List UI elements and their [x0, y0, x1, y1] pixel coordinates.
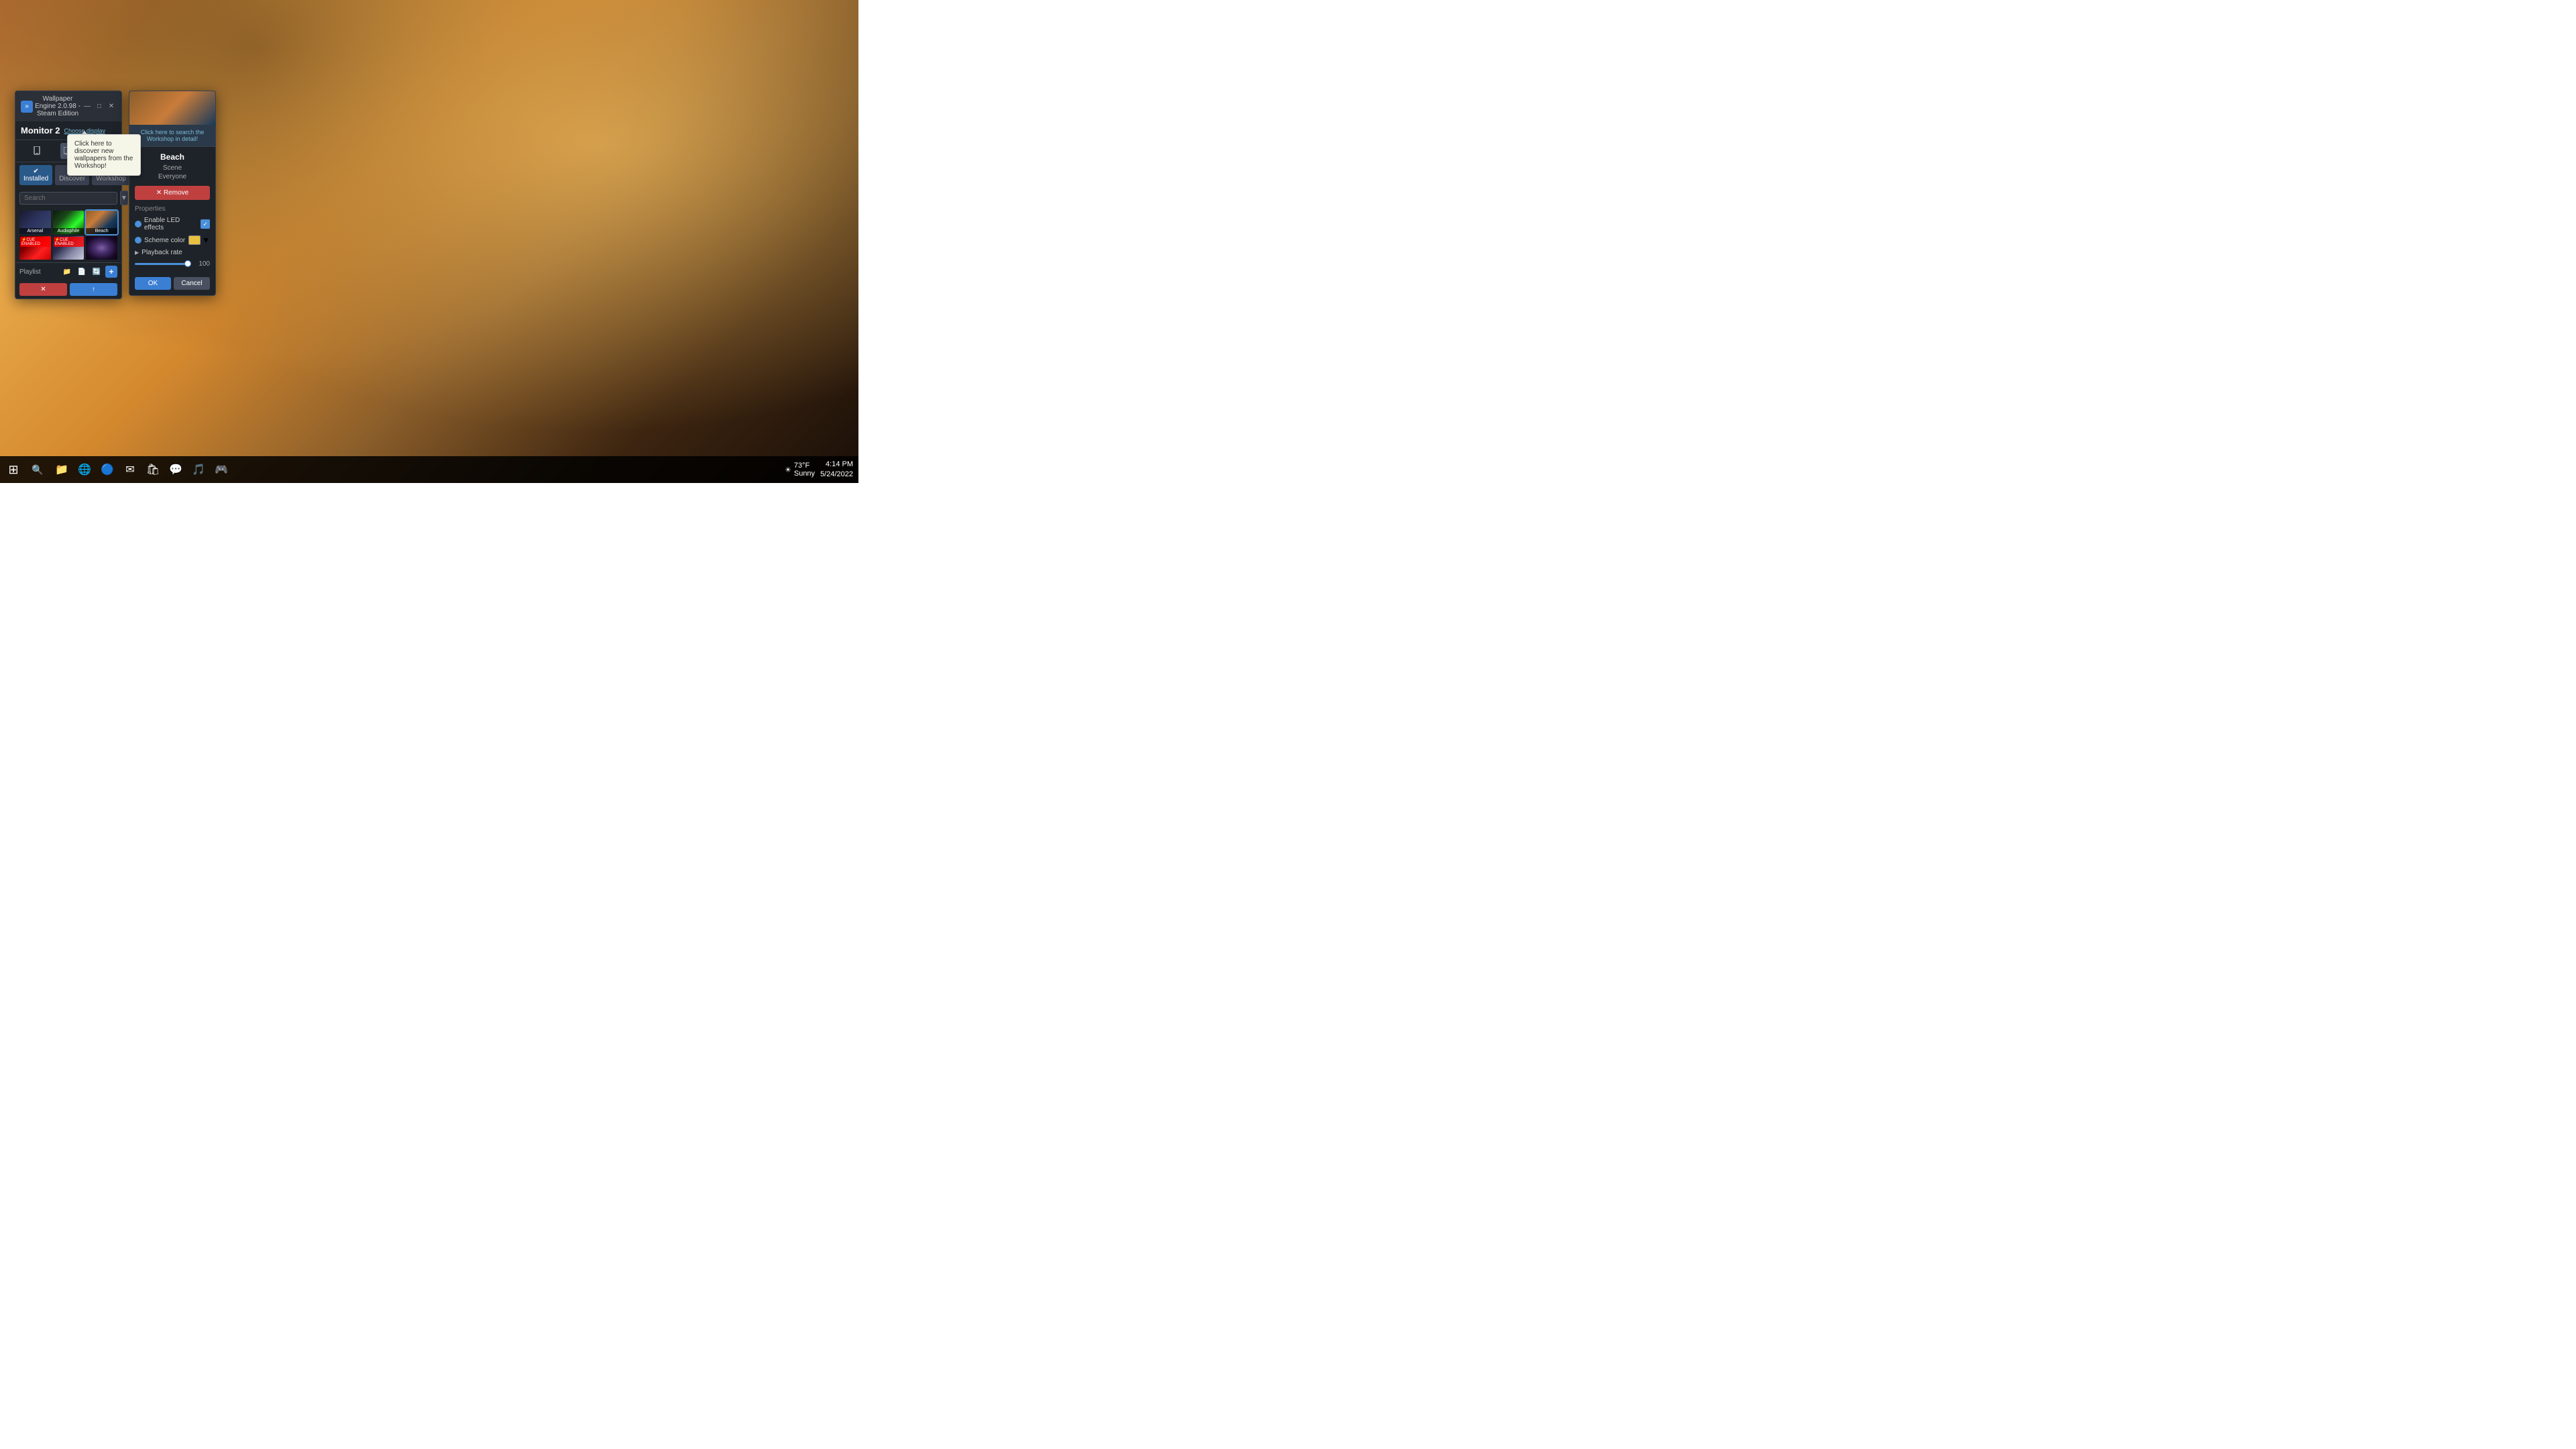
- led-effects-label: Enable LED effects: [135, 217, 201, 231]
- playlist-folder-icon[interactable]: 📁: [61, 266, 73, 278]
- search-input[interactable]: [19, 192, 117, 205]
- weather-icon: ☀: [785, 466, 791, 474]
- cue-badge-2: ⚡CUE ENABLED: [54, 237, 85, 247]
- detail-panel: Click here to search the Workshop in det…: [129, 91, 216, 296]
- scheme-color-dropdown[interactable]: ▼: [188, 235, 210, 245]
- ok-cancel-row: OK Cancel: [129, 273, 215, 295]
- taskbar-weather: ☀ 73°F Sunny: [785, 462, 815, 478]
- wallpaper-item-beach[interactable]: Beach: [86, 211, 117, 234]
- playback-rate-text: Playback rate: [142, 249, 182, 256]
- weather-temp: 73°F: [794, 462, 815, 470]
- scheme-color-row: Scheme color ▼: [135, 235, 210, 245]
- led-effects-row: Enable LED effects ✓: [135, 217, 210, 231]
- start-button[interactable]: ⊞: [0, 456, 27, 483]
- cancel-button[interactable]: Cancel: [174, 277, 210, 290]
- cue-badge-1: ⚡CUE ENABLED: [20, 237, 51, 247]
- playback-value: 100: [195, 260, 210, 268]
- window-title: Wallpaper Engine 2.0.98 - Steam Edition: [33, 95, 82, 117]
- detail-rating: Everyone: [135, 173, 210, 180]
- minimize-button[interactable]: —: [82, 102, 92, 111]
- detail-workshop-link[interactable]: Click here to search the Workshop in det…: [129, 125, 215, 147]
- taskbar-icon-discord[interactable]: 💬: [165, 456, 186, 483]
- color-swatch: [188, 235, 201, 245]
- led-effects-text: Enable LED effects: [144, 217, 201, 231]
- led-icon: [135, 221, 142, 227]
- clock-time: 4:14 PM: [820, 460, 853, 470]
- monitor-label: Monitor 2: [21, 125, 60, 136]
- playlist-file-icon[interactable]: 📄: [76, 266, 88, 278]
- filter-button[interactable]: ▼: [120, 191, 128, 205]
- clock-date: 5/24/2022: [820, 470, 853, 480]
- detail-subtitle: Scene: [135, 164, 210, 172]
- play-icon: ▶: [135, 250, 139, 256]
- playback-slider-row: 100: [135, 260, 210, 268]
- taskbar-icon-files[interactable]: 📁: [51, 456, 72, 483]
- wallpaper-item-galaxy[interactable]: [86, 236, 117, 260]
- wallpaper-item-arsenal[interactable]: Arsenal: [19, 211, 51, 234]
- expand-button[interactable]: »: [21, 101, 33, 113]
- bottom-buttons-row: ✕ ↑: [15, 280, 121, 299]
- close-button[interactable]: ✕: [107, 102, 116, 111]
- search-row: ▼: [15, 188, 121, 208]
- taskbar-icon-edge[interactable]: 🌐: [74, 456, 95, 483]
- maximize-button[interactable]: □: [95, 102, 104, 111]
- wallpaper-label-beach: Beach: [86, 228, 117, 234]
- taskbar-clock[interactable]: 4:14 PM 5/24/2022: [820, 460, 853, 480]
- taskbar: ⊞ 🔍 📁 🌐 🔵 ✉ 🛍 💬 🎵 🎮 ☀ 73°F Sunny 4:14 PM…: [0, 456, 858, 483]
- playback-slider[interactable]: [135, 263, 191, 265]
- properties-title: Properties: [135, 205, 210, 213]
- scheme-icon: [135, 237, 142, 244]
- detail-thumbnail: [129, 91, 215, 125]
- dropdown-arrow: ▼: [202, 235, 210, 245]
- discover-tooltip: Click here to discover new wallpapers fr…: [67, 134, 141, 176]
- playback-rate-label: ▶ Playback rate: [135, 249, 182, 256]
- titlebar: » Wallpaper Engine 2.0.98 - Steam Editio…: [15, 91, 121, 121]
- wallpaper-item-cue2[interactable]: ⚡CUE ENABLED: [53, 236, 85, 260]
- wallpaper-label-audiophile: Audiophile: [53, 228, 85, 234]
- main-window: » Wallpaper Engine 2.0.98 - Steam Editio…: [15, 91, 122, 299]
- upload-button[interactable]: ↑: [70, 283, 117, 296]
- taskbar-icon-steam[interactable]: 🎮: [211, 456, 232, 483]
- taskbar-icon-store[interactable]: 🛍: [142, 456, 164, 483]
- weather-condition: Sunny: [794, 470, 815, 478]
- playlist-label: Playlist: [19, 268, 58, 276]
- wallpaper-label-arsenal: Arsenal: [19, 228, 51, 234]
- taskbar-icon-mail[interactable]: ✉: [119, 456, 141, 483]
- wallpaper-item-audiophile[interactable]: Audiophile: [53, 211, 85, 234]
- taskbar-right: ☀ 73°F Sunny 4:14 PM 5/24/2022: [785, 460, 858, 480]
- playback-rate-label-row: ▶ Playback rate: [135, 249, 210, 256]
- taskbar-search-icon[interactable]: 🔍: [27, 456, 48, 483]
- detail-remove-button[interactable]: ✕ Remove: [135, 186, 210, 200]
- ok-button[interactable]: OK: [135, 277, 171, 290]
- playlist-add-button[interactable]: +: [105, 266, 117, 278]
- discover-tooltip-text: Click here to discover new wallpapers fr…: [74, 140, 133, 170]
- playlist-refresh-icon[interactable]: 🔄: [91, 266, 103, 278]
- playlist-row: Playlist 📁 📄 🔄 +: [15, 262, 121, 280]
- detail-title: Beach: [135, 152, 210, 162]
- tab-installed[interactable]: ✔ Installed: [19, 165, 52, 185]
- taskbar-icon-spotify[interactable]: 🎵: [188, 456, 209, 483]
- led-effects-checkbox[interactable]: ✓: [201, 219, 210, 229]
- remove-button[interactable]: ✕: [19, 283, 67, 296]
- display-icon-mobile[interactable]: [29, 143, 45, 159]
- titlebar-controls: — □ ✕: [82, 102, 116, 111]
- scheme-color-text: Scheme color: [144, 237, 185, 244]
- wallpaper-grid: Arsenal Audiophile Beach ⚡CUE ENABLED ⚡C…: [15, 208, 121, 262]
- wallpaper-item-cue1[interactable]: ⚡CUE ENABLED: [19, 236, 51, 260]
- taskbar-icon-chrome[interactable]: 🔵: [97, 456, 118, 483]
- taskbar-pinned-icons: 📁 🌐 🔵 ✉ 🛍 💬 🎵 🎮: [51, 456, 232, 483]
- playback-slider-handle[interactable]: [184, 260, 191, 267]
- weather-info: 73°F Sunny: [794, 462, 815, 478]
- detail-info: Beach Scene Everyone ✕ Remove Properties…: [129, 147, 215, 273]
- scheme-color-label: Scheme color: [135, 237, 185, 244]
